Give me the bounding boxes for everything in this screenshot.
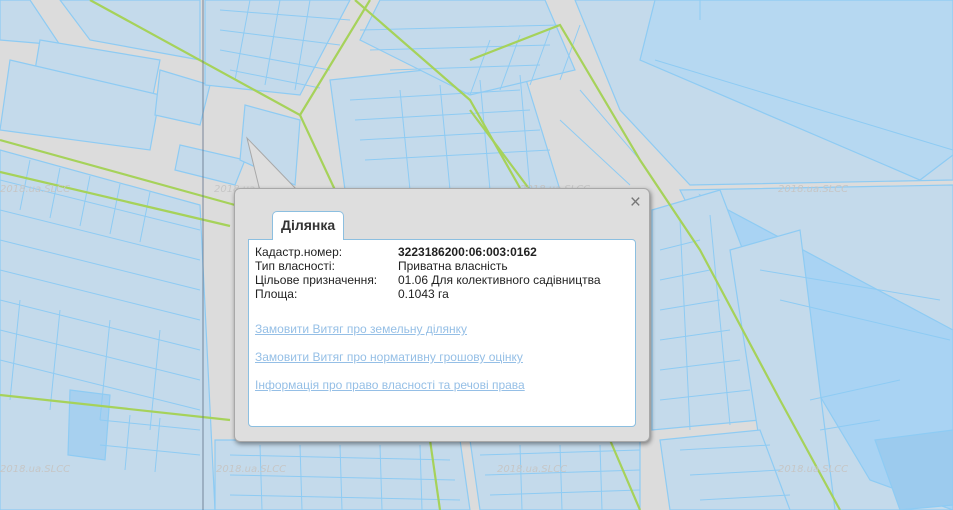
parcel-info-popup: × Ділянка Кадастр.номер: 3223186200:06:0… <box>234 188 650 442</box>
ownership-type-value: Приватна власність <box>398 259 508 273</box>
ownership-rights-info-link[interactable]: Інформація про право власності та речові… <box>255 378 629 392</box>
ownership-type-label: Тип власності: <box>255 259 335 273</box>
map-watermark: 2018.ua.SLCC <box>0 464 71 475</box>
cadastral-number-value: 3223186200:06:003:0162 <box>398 245 537 259</box>
parcel <box>0 149 216 510</box>
area-value: 0.1043 га <box>398 287 449 301</box>
map-watermark: 2018.ua.SLCC <box>497 464 568 475</box>
attribute-row: Тип власності: Приватна власність <box>255 259 601 273</box>
parcel-info-panel: Кадастр.номер: 3223186200:06:003:0162 Ти… <box>248 239 636 427</box>
parcel-attributes-table: Кадастр.номер: 3223186200:06:003:0162 Ти… <box>255 245 601 301</box>
tab-parcel[interactable]: Ділянка <box>272 211 345 240</box>
attribute-row: Кадастр.номер: 3223186200:06:003:0162 <box>255 245 601 259</box>
order-valuation-extract-link[interactable]: Замовити Витяг про нормативну грошову оц… <box>255 350 629 364</box>
order-land-extract-link[interactable]: Замовити Витяг про земельну ділянку <box>255 322 629 336</box>
map-watermark: 2018.ua.SLCC <box>0 184 71 195</box>
area-label: Площа: <box>255 287 298 301</box>
purpose-value: 01.06 Для колективного садівництва <box>398 273 601 287</box>
cadastral-number-label: Кадастр.номер: <box>255 245 343 259</box>
map-watermark: 2018.ua.SLCC <box>778 184 849 195</box>
purpose-label: Цільове призначення: <box>255 273 378 287</box>
parcel <box>67 389 111 461</box>
map-watermark: 2018.ua.SLCC <box>778 464 849 475</box>
attribute-row: Цільове призначення: 01.06 Для колективн… <box>255 273 601 287</box>
close-icon[interactable]: × <box>630 193 641 213</box>
attribute-row: Площа: 0.1043 га <box>255 287 601 301</box>
map-watermark: 2018.ua.SLCC <box>216 464 287 475</box>
